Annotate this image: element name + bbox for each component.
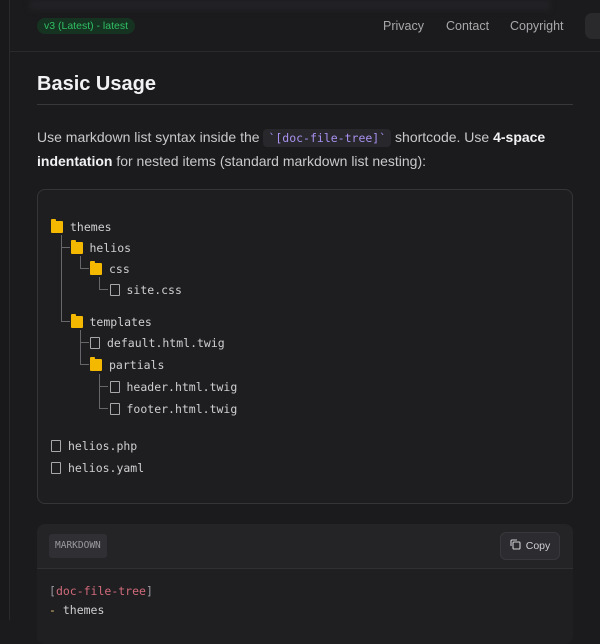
- tree-item-folder: partials: [90, 357, 164, 373]
- code-token: themes: [55, 603, 105, 617]
- code-token: [: [49, 584, 56, 598]
- tree-item-label: templates: [89, 315, 152, 329]
- tree-item-label: helios.yaml: [68, 461, 145, 475]
- copy-icon: [510, 539, 521, 553]
- inline-code: `[doc-file-tree]`: [263, 129, 392, 147]
- code-token: ]: [145, 584, 153, 598]
- code-block: MARKDOWN Copy [doc-file-tree] - themes: [37, 524, 573, 644]
- tree-item-folder: templates: [70, 314, 152, 330]
- tree-item-label: default.html.twig: [107, 336, 225, 350]
- tree-item-label: css: [109, 262, 130, 276]
- folder-icon: [70, 314, 83, 328]
- tree-item-file: header.html.twig: [109, 379, 238, 395]
- nav-privacy[interactable]: Privacy: [383, 19, 424, 33]
- description: Use markdown list syntax inside the `[do…: [37, 126, 567, 173]
- page-title: Basic Usage: [37, 73, 156, 95]
- copy-button[interactable]: Copy: [500, 532, 560, 560]
- nav-contact[interactable]: Contact: [446, 19, 489, 33]
- folder-icon: [70, 240, 83, 254]
- language-label: MARKDOWN: [49, 534, 107, 558]
- divider: [37, 104, 573, 105]
- folder-icon: [90, 357, 102, 371]
- version-badge[interactable]: v3 (Latest) - latest: [37, 18, 136, 34]
- search-button[interactable]: [585, 13, 600, 39]
- text: Use markdown list syntax inside the: [37, 129, 264, 145]
- nav-copyright[interactable]: Copyright: [510, 19, 564, 33]
- folder-icon: [90, 261, 102, 275]
- code-content: [doc-file-tree] - themes: [37, 569, 573, 644]
- folder-icon: [51, 219, 63, 233]
- tree-item-label: helios.php: [68, 439, 138, 453]
- tree-item-label: partials: [109, 358, 165, 372]
- file-tree: themes helios css site.css templates default.…: [37, 189, 573, 504]
- file-icon: [90, 337, 100, 349]
- sidebar: [0, 0, 10, 620]
- header: v3 (Latest) - latest Privacy Contact Cop…: [10, 0, 600, 52]
- tree-item-folder: css: [90, 261, 130, 277]
- tree-item-file: footer.html.twig: [109, 401, 238, 417]
- file-icon: [109, 381, 120, 393]
- tree-item-folder: themes: [51, 219, 112, 235]
- file-icon: [51, 462, 61, 474]
- code-token: -: [49, 603, 56, 617]
- tree-item-file: helios.php: [51, 438, 137, 454]
- tree-item-file: default.html.twig: [90, 335, 225, 351]
- text: shortcode. Use: [391, 129, 494, 145]
- tree-item-label: themes: [70, 220, 112, 234]
- tree-item-label: footer.html.twig: [126, 402, 238, 416]
- tree-item-folder: helios: [70, 240, 132, 256]
- code-token: doc-file-tree: [55, 584, 146, 598]
- tree-item-file: site.css: [109, 282, 182, 298]
- tree-item-file: helios.yaml: [51, 460, 144, 476]
- file-icon: [109, 284, 120, 296]
- copy-label: Copy: [525, 540, 551, 552]
- file-icon: [109, 403, 120, 415]
- tree-item-label: helios: [89, 241, 132, 255]
- text: for nested items (standard markdown list…: [112, 153, 427, 169]
- tree-item-label: header.html.twig: [126, 380, 238, 394]
- file-icon: [51, 440, 61, 452]
- tree-item-label: site.css: [126, 283, 182, 297]
